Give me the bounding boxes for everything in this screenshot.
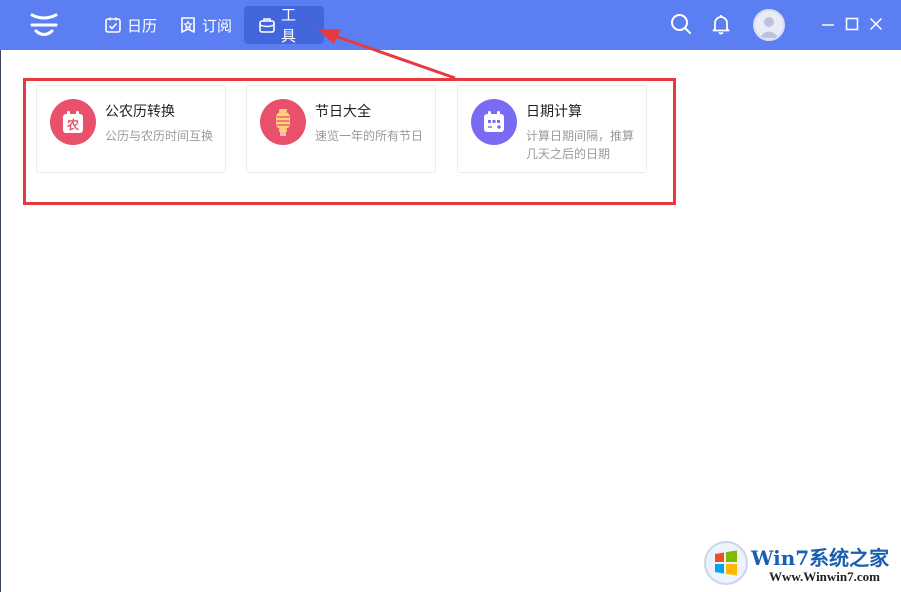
search-icon[interactable]	[669, 12, 693, 36]
tab-tools[interactable]: 工具	[244, 6, 324, 45]
toolbox-icon	[258, 16, 276, 34]
tab-calendar[interactable]: 日历	[90, 6, 171, 44]
top-navigation-bar: 日历 订阅 工具	[0, 0, 901, 50]
watermark: Win7系统之家 Www.Winwin7.com	[703, 540, 899, 588]
avatar[interactable]	[753, 9, 785, 41]
watermark-title: Win7系统之家	[751, 546, 890, 570]
windows-logo-icon	[704, 541, 748, 585]
tab-subscribe[interactable]: 订阅	[165, 6, 246, 44]
maximize-icon[interactable]	[843, 15, 861, 33]
tab-tools-label: 工具	[281, 6, 297, 45]
window-left-border	[0, 50, 1, 592]
star-bookmark-icon	[179, 16, 197, 34]
minimize-icon[interactable]	[819, 15, 837, 33]
app-logo-icon[interactable]	[28, 10, 60, 40]
app-window: 日历 订阅 工具 农 公农历转换 公历与农历时间互换 节日大全 速览一年的所有节…	[0, 0, 901, 592]
tab-subscribe-label: 订阅	[202, 16, 233, 35]
tab-calendar-label: 日历	[127, 16, 158, 35]
calendar-check-icon	[104, 16, 122, 34]
user-icon	[759, 17, 779, 38]
annotation-highlight-box	[23, 78, 676, 205]
bell-icon[interactable]	[709, 12, 733, 36]
watermark-url: Www.Winwin7.com	[769, 569, 880, 584]
close-icon[interactable]	[867, 15, 885, 33]
